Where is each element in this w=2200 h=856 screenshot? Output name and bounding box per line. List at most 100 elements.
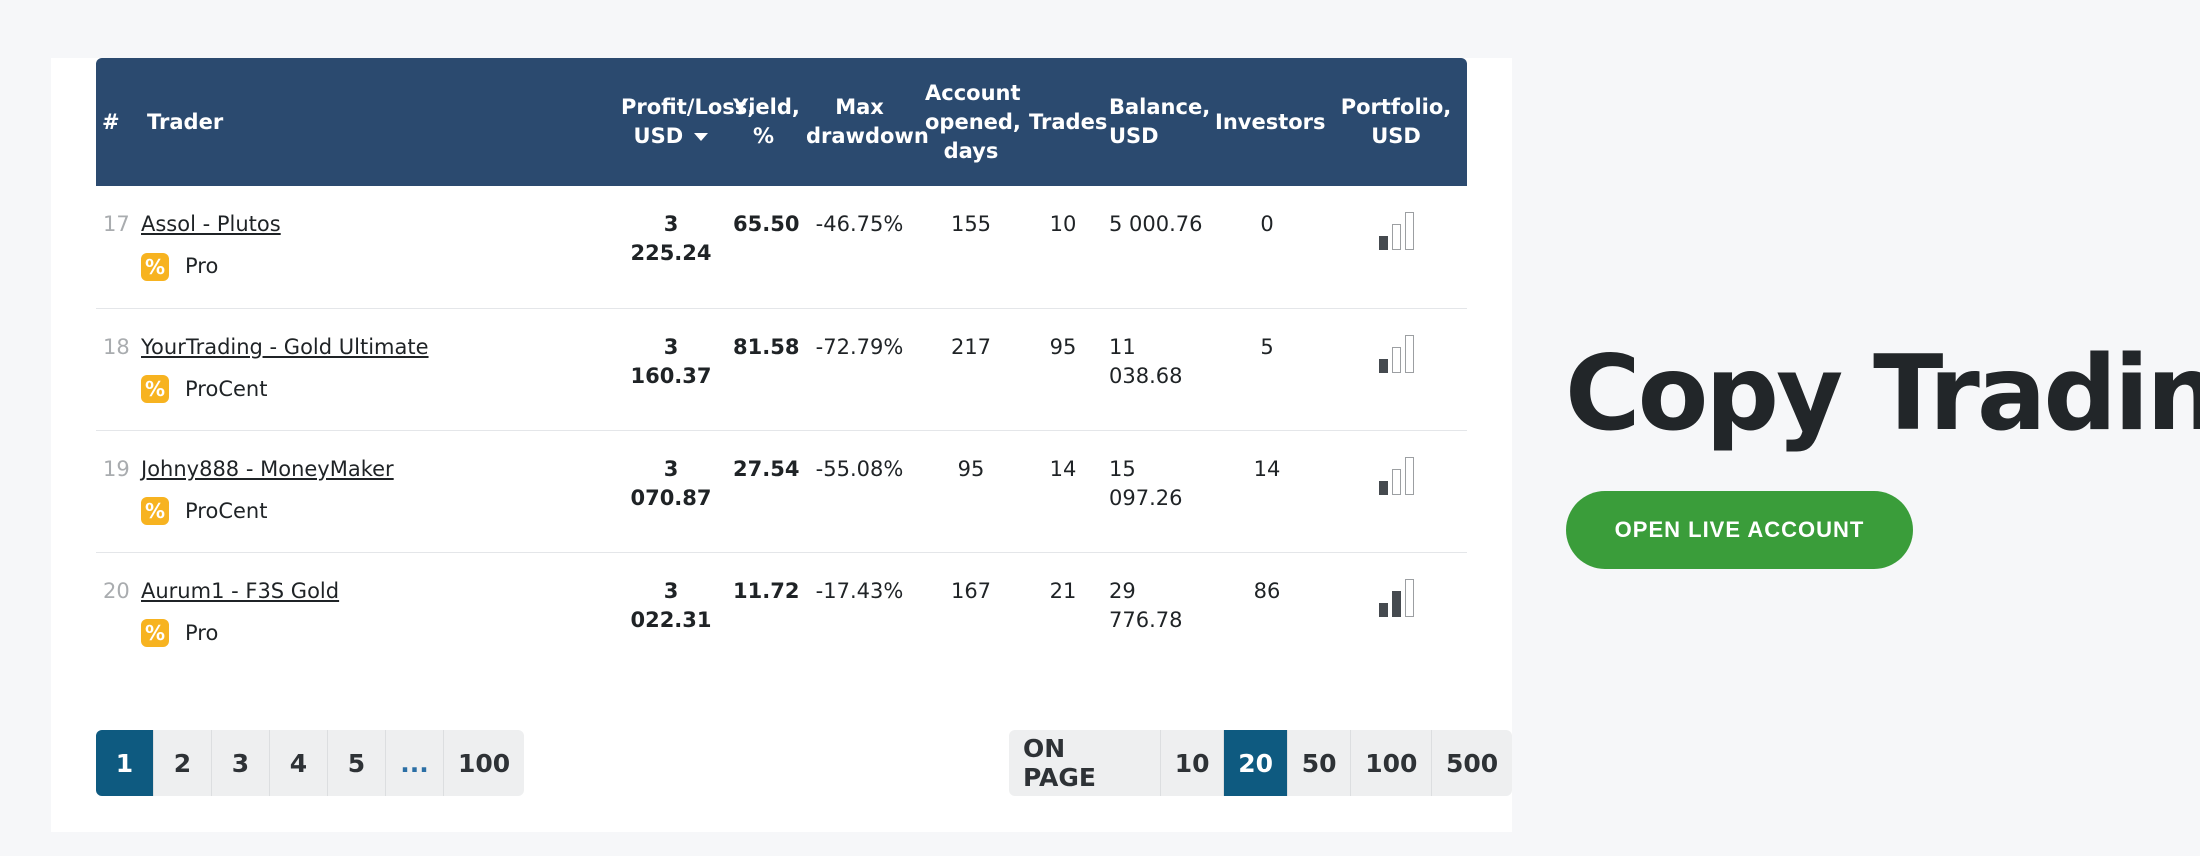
- table-row: 19 Johny888 - MoneyMaker % ProCent 3 070.87 2…: [96, 430, 1467, 553]
- yield-value: 65.50: [727, 186, 800, 309]
- signal-bar: [1378, 602, 1388, 617]
- drawdown-value: -17.43%: [815, 578, 904, 603]
- page-title: Copy Trading: [1565, 334, 2200, 454]
- trades-value: 14: [1023, 430, 1103, 553]
- page-ellipsis[interactable]: ...: [386, 730, 444, 796]
- row-rank: 17: [96, 186, 141, 309]
- portfolio-cell[interactable]: [1325, 186, 1467, 309]
- portfolio-cell[interactable]: [1325, 430, 1467, 553]
- col-header-yield[interactable]: Yield, %: [727, 58, 800, 186]
- investors-value: 86: [1253, 578, 1281, 603]
- signal-bar: [1378, 480, 1388, 495]
- open-live-account-button[interactable]: OPEN LIVE ACCOUNT: [1566, 491, 1913, 569]
- balance-value: 15 097.26: [1103, 430, 1209, 553]
- portfolio-cell[interactable]: [1325, 552, 1467, 674]
- signal-bars-icon: [1378, 578, 1414, 617]
- investors-value: 0: [1209, 186, 1325, 309]
- trades-value: 21: [1049, 578, 1077, 603]
- drawdown-value: -72.79%: [800, 308, 919, 431]
- col-header-trades[interactable]: Trades: [1023, 58, 1107, 186]
- signal-bars-icon: [1378, 212, 1414, 250]
- signal-bar: [1404, 578, 1414, 617]
- row-rank: 18: [96, 308, 141, 431]
- caret-down-icon: [694, 133, 709, 141]
- signal-bar: [1391, 590, 1401, 617]
- percent-icon: %: [141, 375, 169, 403]
- col-header-num: #: [96, 58, 141, 186]
- per-page-option-500[interactable]: 500: [1432, 730, 1512, 796]
- signal-bar: [1404, 212, 1414, 250]
- percent-icon: %: [141, 497, 169, 525]
- table-header-row: # Trader Profit/Loss, USD Yield, % Max d…: [96, 58, 1467, 186]
- page-button-100[interactable]: 100: [444, 730, 524, 796]
- per-page-option-10[interactable]: 10: [1161, 730, 1225, 796]
- col-header-investors[interactable]: Investors: [1209, 58, 1326, 186]
- col-header-drawdown[interactable]: Max drawdown: [800, 58, 929, 186]
- signal-bar: [1404, 334, 1414, 373]
- percent-icon: %: [141, 619, 169, 647]
- opened-days-value: 155: [919, 186, 1023, 309]
- row-rank: 19: [96, 430, 141, 553]
- col-header-balance[interactable]: Balance, USD: [1103, 58, 1210, 186]
- signal-bars-icon: [1378, 456, 1414, 495]
- signal-bar: [1378, 236, 1388, 250]
- account-type: % ProCent: [141, 375, 609, 404]
- balance-value: 29 776.78: [1109, 578, 1183, 632]
- profit-value: 3 160.37: [615, 308, 727, 431]
- percent-icon: %: [141, 252, 169, 281]
- yield-value: 81.58: [727, 308, 800, 431]
- page-button-5[interactable]: 5: [328, 730, 386, 796]
- col-header-trader: Trader: [141, 58, 615, 186]
- drawdown-value: -46.75%: [800, 186, 919, 309]
- balance-value: 5 000.76: [1103, 186, 1209, 309]
- portfolio-cell[interactable]: [1325, 308, 1467, 431]
- account-type: % Pro: [141, 619, 609, 648]
- signal-bar: [1391, 224, 1401, 250]
- signal-bar: [1404, 456, 1414, 495]
- page-button-4[interactable]: 4: [270, 730, 328, 796]
- account-type-label: Pro: [185, 254, 219, 278]
- account-type-label: Pro: [185, 620, 219, 645]
- table-row: 18 YourTrading - Gold Ultimate% ProCent 3 1…: [96, 308, 1467, 431]
- ratings-card: # Trader Profit/Loss, USD Yield, % Max d…: [51, 58, 1512, 832]
- col-header-portfolio[interactable]: Portfolio, USD: [1325, 58, 1467, 186]
- balance-value: 11 038.68: [1103, 308, 1209, 431]
- per-page-option-100[interactable]: 100: [1351, 730, 1433, 796]
- account-type: % ProCent: [141, 497, 609, 526]
- yield-value: 27.54: [727, 430, 800, 553]
- table-row: 20 Aurum1 - F3S Gold% Pro 3 022.31 11.72 -17.…: [96, 552, 1467, 674]
- trader-cell: YourTrading - Gold Ultimate% ProCent: [141, 308, 615, 431]
- row-rank: 20: [103, 578, 130, 603]
- account-type-label: ProCent: [185, 376, 268, 401]
- opened-days-value: 217: [919, 308, 1023, 431]
- trader-cell: Johny888 - MoneyMaker % ProCent: [141, 430, 615, 553]
- trader-name-link[interactable]: Aurum1 - F3S Gold: [141, 579, 339, 603]
- opened-days-value: 95: [919, 430, 1023, 553]
- trader-name-link[interactable]: Assol - Plutos: [141, 212, 281, 236]
- trader-cell: Assol - Plutos% Pro: [141, 186, 615, 309]
- profit-value: 3 022.31: [630, 578, 712, 632]
- investors-value: 14: [1209, 430, 1325, 553]
- profit-value: 3 070.87: [615, 430, 727, 553]
- signal-bar: [1378, 358, 1388, 373]
- page-button-1[interactable]: 1: [96, 730, 154, 796]
- trades-value: 95: [1023, 308, 1103, 431]
- page-button-2[interactable]: 2: [154, 730, 212, 796]
- per-page-option-20[interactable]: 20: [1224, 730, 1288, 796]
- drawdown-value: -55.08%: [800, 430, 919, 553]
- col-header-profit[interactable]: Profit/Loss, USD: [615, 58, 755, 186]
- col-header-opened[interactable]: Account opened, days: [919, 58, 1023, 186]
- trader-name-link[interactable]: YourTrading - Gold Ultimate: [141, 335, 429, 359]
- account-type: % Pro: [141, 252, 609, 281]
- yield-value: 11.72: [733, 578, 800, 603]
- per-page-option-50[interactable]: 50: [1288, 730, 1352, 796]
- per-page-label: ON PAGE: [1009, 730, 1161, 796]
- trader-name-link[interactable]: Johny888 - MoneyMaker: [141, 457, 394, 481]
- traders-table: # Trader Profit/Loss, USD Yield, % Max d…: [96, 58, 1467, 674]
- opened-days-value: 167: [950, 578, 992, 603]
- signal-bar: [1391, 468, 1401, 495]
- pagination: 1 2 3 4 5... 100: [96, 730, 525, 796]
- table-row: 17 Assol - Plutos% Pro 3 225.24 65.50 -46.75%…: [96, 186, 1467, 309]
- page-button-3[interactable]: 3: [212, 730, 270, 796]
- trades-value: 10: [1023, 186, 1103, 309]
